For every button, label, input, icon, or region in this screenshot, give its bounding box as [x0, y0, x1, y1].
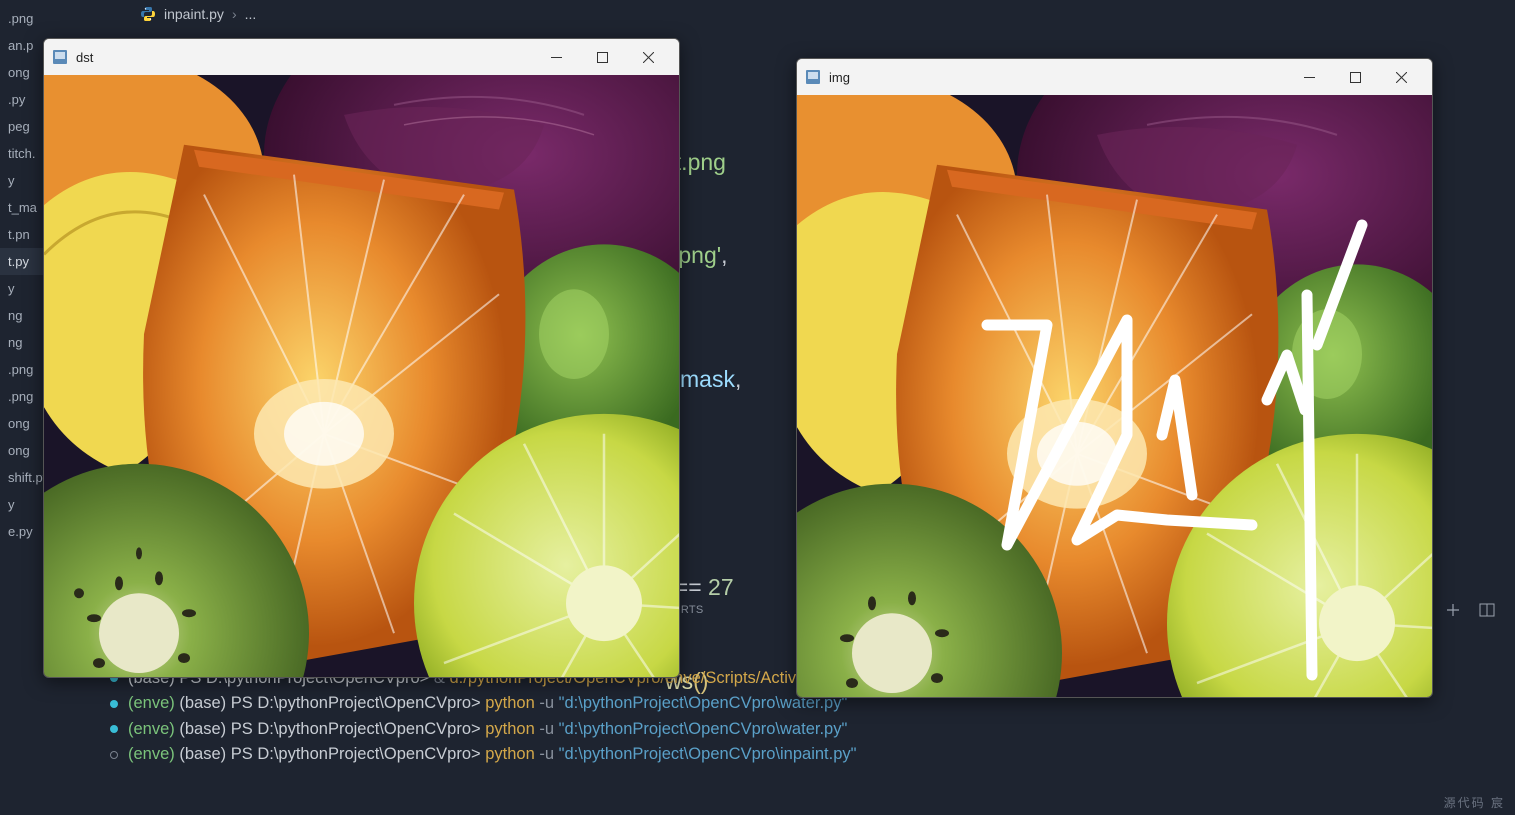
watermark: 源代码 宸	[1444, 794, 1505, 811]
minimize-button[interactable]	[1286, 59, 1332, 95]
maximize-button[interactable]	[1332, 59, 1378, 95]
close-button[interactable]	[625, 39, 671, 75]
breadcrumb-rest[interactable]: ...	[245, 6, 257, 22]
close-button[interactable]	[1378, 59, 1424, 95]
python-icon	[140, 6, 156, 22]
scribble-overlay	[797, 95, 1432, 697]
terminal-line: (enve) (base) PS D:\pythonProject\OpenCV…	[110, 717, 1515, 743]
window-title: img	[829, 70, 850, 85]
breadcrumb-file[interactable]: inpaint.py	[164, 6, 224, 22]
window-dst[interactable]: dst	[43, 38, 680, 678]
image-canvas	[797, 95, 1432, 697]
window-title: dst	[76, 50, 93, 65]
titlebar[interactable]: dst	[44, 39, 679, 75]
breadcrumb: inpaint.py › ...	[140, 6, 256, 22]
window-img[interactable]: img	[796, 58, 1433, 698]
titlebar[interactable]: img	[797, 59, 1432, 95]
maximize-button[interactable]	[579, 39, 625, 75]
split-icon[interactable]	[1479, 602, 1495, 618]
file-item[interactable]: .png	[0, 5, 50, 32]
minimize-button[interactable]	[533, 39, 579, 75]
chevron-right-icon: ›	[232, 6, 237, 22]
code-text: mask	[680, 366, 735, 392]
image-canvas	[44, 75, 679, 677]
plus-icon[interactable]	[1445, 602, 1461, 618]
terminal-line: (enve) (base) PS D:\pythonProject\OpenCV…	[110, 742, 1515, 768]
app-icon	[805, 69, 821, 85]
app-icon	[52, 49, 68, 65]
